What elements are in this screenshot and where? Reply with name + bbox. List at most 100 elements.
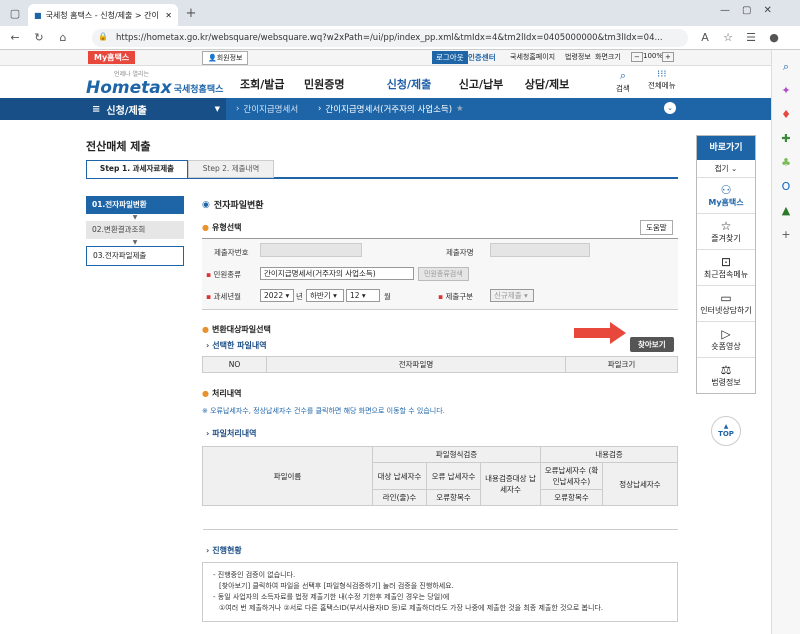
top-label: TOP <box>718 430 734 438</box>
file-process-label: 파일처리내역 <box>212 429 257 438</box>
half-select[interactable]: 하반기 ▾ <box>306 289 344 302</box>
tab-step1[interactable]: Step 1. 과세자료제출 <box>86 160 188 178</box>
top-button[interactable]: ▲ TOP <box>711 416 741 446</box>
col-file-name: 파일이름 <box>202 446 373 506</box>
menu-apply-submit[interactable]: 신청/제출 <box>370 76 448 92</box>
crumb-2-label: 간이지급명세서(거주자의 사업소득) <box>325 105 453 115</box>
my-hometax-button[interactable]: My홈택스 <box>88 51 136 64</box>
search-button[interactable]: ⌕ 검색 <box>616 69 630 94</box>
civil-type-label: ▪ 민원종류 <box>206 270 242 279</box>
civil-type-search-button[interactable]: 민원종류검색 <box>418 267 469 281</box>
profile-icon[interactable]: ● <box>765 29 783 47</box>
crumb-2[interactable]: › 간이지급명세서(거주자의 사업소득) ★ <box>312 98 464 120</box>
sidebar-tree-icon[interactable]: ▲ <box>777 202 795 220</box>
hometax-logo[interactable]: 언제나 열리는 Hometax 국세청홈택스 <box>86 69 223 98</box>
chevron-right-icon: › <box>206 546 210 555</box>
bookmark-star-icon[interactable]: ★ <box>456 104 464 114</box>
col-content-target: 내용검증대상 납세자수 <box>480 462 541 506</box>
person-icon: ⚇ <box>720 183 732 197</box>
crumb-1[interactable]: › 간이지급명세서 <box>226 98 312 120</box>
dot-bullet-icon: ● <box>202 325 209 334</box>
member-info-button[interactable]: 👤회원정보 <box>202 51 249 65</box>
quick-favorites[interactable]: ☆ 즐겨찾기 <box>697 214 755 250</box>
window-close-icon[interactable]: ✕ <box>763 5 771 16</box>
submitter-name-field <box>490 243 590 257</box>
sidebar-outlook-icon[interactable]: O <box>777 178 795 196</box>
process-table: 파일이름 파일형식검증 내용검증 대상 납세자수 오류 납세자수 내용검증대상 … <box>202 446 678 530</box>
sidebar-add-icon[interactable]: + <box>777 226 795 244</box>
quick-fold-button[interactable]: 접기 ⌄ <box>697 160 755 178</box>
logo-sub: 국세청홈택스 <box>173 84 224 95</box>
nav-collapse-icon[interactable]: ⌄ <box>664 102 676 114</box>
col-error-items: 오류항목수 <box>426 489 481 506</box>
col-no: NO <box>202 356 267 373</box>
refresh-icon[interactable]: ↻ <box>30 29 48 47</box>
tab-step2[interactable]: Step 2. 제출내역 <box>188 160 274 178</box>
submitter-no-field <box>260 243 362 257</box>
section-label: 신청/제출 <box>106 105 147 117</box>
process-label: 처리내역 <box>211 389 242 398</box>
col-normal-taxpayers: 정상납세자수 <box>602 462 678 506</box>
browser-sidebar: ⌕ ✦ ♦ ✚ ♣ O ▲ + <box>771 50 800 634</box>
sidebar-shopping-icon[interactable]: ♦ <box>777 106 795 124</box>
all-menu-label: 전체메뉴 <box>648 81 676 90</box>
url-field[interactable]: https://hometax.go.kr/websquare/websquar… <box>92 29 688 47</box>
browser-tab-bar: ▢ ■ 국세청 홈택스 - 신청/제출 > 간이 ✕ + — ▢ ✕ <box>0 0 800 26</box>
quick-recent[interactable]: ⊡ 최근접속메뉴 <box>697 250 755 286</box>
home-icon[interactable]: ⌂ <box>54 29 72 47</box>
col-file-name: 전자파일명 <box>266 356 566 373</box>
maximize-icon[interactable]: ▢ <box>742 5 751 16</box>
nts-home-link[interactable]: 국세청홈페이지 <box>510 52 555 62</box>
circle-bullet-icon: ◉ <box>202 199 210 210</box>
back-icon[interactable]: ← <box>6 29 24 47</box>
step-3[interactable]: 03.전자파일제출 <box>86 246 184 266</box>
submit-type-select[interactable]: 신규제출 ▾ <box>490 289 534 302</box>
logout-button[interactable]: 로그아웃 <box>432 51 468 64</box>
menu-certificate[interactable]: 민원증명 <box>304 76 370 92</box>
zoom-in-button[interactable]: + <box>662 52 674 62</box>
minimize-icon[interactable]: — <box>720 5 730 16</box>
cert-center-link[interactable]: 인증센터 <box>468 52 496 63</box>
logo-text: Hometax <box>86 78 172 98</box>
chevron-right-icon: › <box>318 104 322 114</box>
favorites-icon[interactable]: ☰ <box>742 29 760 47</box>
section-dropdown[interactable]: ≡ 신청/제출 ▼ <box>0 98 226 120</box>
sidebar-search-icon[interactable]: ⌕ <box>777 58 795 76</box>
browse-button[interactable]: 찾아보기 <box>630 337 674 352</box>
quick-panel: 바로가기 접기 ⌄ ⚇ My홈택스 ☆ 즐겨찾기 ⊡ 최근접속메뉴 ▭ 인터넷상담하기 … <box>696 135 756 394</box>
sidebar-copilot-icon[interactable]: ✦ <box>777 82 795 100</box>
all-menu-button[interactable]: ⁝⁝⁝ 전체메뉴 <box>648 69 676 91</box>
step-1[interactable]: 01.전자파일변환 <box>86 196 184 214</box>
new-tab-icon[interactable]: + <box>182 5 200 23</box>
quick-consult[interactable]: ▭ 인터넷상담하기 <box>697 286 755 322</box>
star-icon: ☆ <box>720 219 732 233</box>
menu-consult[interactable]: 상담/제보 <box>514 76 580 92</box>
quick-shorts[interactable]: ▷ 숏폼영상 <box>697 322 755 358</box>
global-nav: 언제나 열리는 Hometax 국세청홈택스 조회/발급 민원증명 신청/제출 … <box>0 66 771 98</box>
menu-inquiry[interactable]: 조회/발급 <box>240 76 304 92</box>
type-select-label: 유형선택 <box>211 223 242 232</box>
quick-my-hometax[interactable]: ⚇ My홈택스 <box>697 178 755 214</box>
read-aloud-icon[interactable]: A <box>696 29 714 47</box>
year-select[interactable]: 2022 ▾ <box>260 289 294 302</box>
quick-law[interactable]: ⚖ 법령정보 <box>697 358 755 393</box>
menu-report-pay[interactable]: 신고/납부 <box>448 76 514 92</box>
civil-type-field[interactable]: 간이지급명세서(거주자의 사업소득) <box>260 267 414 280</box>
month-select[interactable]: 12 ▾ <box>346 289 380 302</box>
search-label: 검색 <box>616 84 630 93</box>
step-2[interactable]: 02.변환결과조회 <box>86 221 184 239</box>
section-title-text: 전자파일변환 <box>213 201 264 211</box>
sidebar-tools-icon[interactable]: ✚ <box>777 130 795 148</box>
help-button[interactable]: 도움말 <box>640 220 673 235</box>
section-title: ◉ 전자파일변환 <box>202 198 264 212</box>
logo-tag: 언제나 열리는 <box>114 71 150 78</box>
law-info-link[interactable]: 법령정보 <box>565 52 591 62</box>
close-tab-icon[interactable]: ✕ <box>165 11 172 20</box>
favorite-star-icon[interactable]: ☆ <box>719 29 737 47</box>
tab-actions-icon[interactable]: ▢ <box>6 5 24 23</box>
page-title: 전산매체 제출 <box>86 140 151 153</box>
browser-tab[interactable]: ■ 국세청 홈택스 - 신청/제출 > 간이 ✕ <box>28 4 178 26</box>
chevron-right-icon: › <box>206 341 210 350</box>
sidebar-games-icon[interactable]: ♣ <box>777 154 795 172</box>
zoom-out-button[interactable]: − <box>631 52 643 62</box>
